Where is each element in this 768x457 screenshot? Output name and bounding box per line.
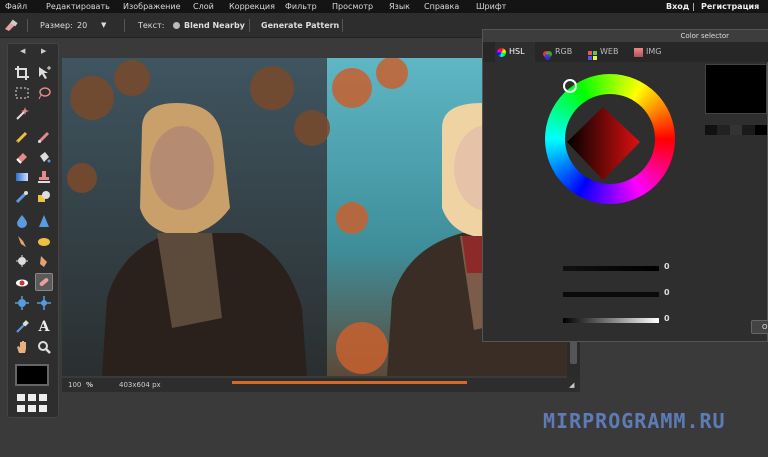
horizontal-scroll-track[interactable] <box>232 381 467 384</box>
lasso-icon[interactable] <box>35 84 53 102</box>
color-replace-icon[interactable] <box>13 188 31 206</box>
saturation-lightness-triangle[interactable] <box>565 102 655 182</box>
magic-wand-icon[interactable] <box>13 104 31 122</box>
login-link[interactable]: Вход <box>666 0 689 13</box>
blend-nearby-option[interactable]: Blend Nearby <box>184 13 245 38</box>
tab-web[interactable]: WEB <box>586 42 626 62</box>
zoom-unit: % <box>86 381 94 389</box>
sponge-icon[interactable] <box>35 232 53 250</box>
gradient-icon[interactable] <box>13 168 31 186</box>
arrow-right-icon[interactable]: ▶ <box>41 47 46 55</box>
shape-icon[interactable] <box>35 188 53 206</box>
menu-font[interactable]: Шрифт <box>476 0 506 13</box>
brush-icon[interactable] <box>35 128 53 146</box>
menu-edit[interactable]: Редактировать <box>46 0 110 13</box>
text-label: Текст: <box>138 21 165 30</box>
menu-help[interactable]: Справка <box>424 0 459 13</box>
menu-image[interactable]: Изображение <box>123 0 181 13</box>
move-icon[interactable] <box>35 64 53 82</box>
burn-icon[interactable] <box>13 252 31 270</box>
menu-view[interactable]: Просмотр <box>332 0 373 13</box>
bucket-icon[interactable] <box>35 148 53 166</box>
grid-icon[interactable] <box>17 394 49 414</box>
menu-separator: | <box>692 2 695 11</box>
ok-button[interactable]: O <box>751 320 768 334</box>
current-color-preview <box>705 64 767 114</box>
tab-hsl-label: HSL <box>509 47 525 56</box>
lightness-slider[interactable] <box>563 318 659 323</box>
tab-img-label: IMG <box>646 47 662 56</box>
spot-heal-icon[interactable] <box>35 273 53 291</box>
marquee-icon[interactable] <box>13 84 31 102</box>
blur-icon[interactable] <box>13 212 31 230</box>
hand-icon[interactable] <box>13 338 31 356</box>
hue-slider-value: 0 <box>664 262 670 271</box>
rgb-icon <box>543 48 552 60</box>
tab-web-label: WEB <box>600 47 619 56</box>
clone-stamp-icon[interactable] <box>35 168 53 186</box>
saturation-slider-value: 0 <box>664 288 670 297</box>
menu-language[interactable]: Язык <box>389 0 410 13</box>
toolbox-header: ◀ ▶ <box>8 47 58 59</box>
dodge-icon[interactable] <box>35 252 53 270</box>
hue-slider[interactable] <box>563 266 659 271</box>
color-selector-titlebar[interactable]: Color selector <box>483 30 768 42</box>
foreground-color-swatch[interactable] <box>15 364 49 386</box>
hue-handle[interactable] <box>563 79 577 93</box>
toolbar-divider <box>27 19 28 32</box>
blend-radio-icon[interactable] <box>173 22 180 29</box>
smudge-icon[interactable] <box>13 232 31 250</box>
pencil-icon[interactable] <box>13 128 31 146</box>
size-value[interactable]: 20 <box>77 13 87 38</box>
tab-rgb[interactable]: RGB <box>541 42 579 62</box>
tab-hsl[interactable]: HSL <box>495 42 535 62</box>
image-dimensions: 403x604 px <box>119 381 161 389</box>
toolbar-divider <box>249 19 250 32</box>
menu-file[interactable]: Файл <box>5 0 27 13</box>
menu-filter[interactable]: Фильтр <box>285 0 317 13</box>
pinch-icon[interactable] <box>35 294 53 312</box>
zoom-icon[interactable] <box>35 338 53 356</box>
current-tool-icon <box>3 18 19 32</box>
arrow-left-icon[interactable]: ◀ <box>20 47 25 55</box>
color-selector-panel: Color selector HSL RGB WEB IMG 0 0 0 O <box>482 29 768 342</box>
toolbar-divider <box>124 19 125 32</box>
menu-adjustment[interactable]: Коррекция <box>229 0 275 13</box>
web-grid-icon <box>588 48 597 60</box>
generate-pattern-button[interactable]: Generate Pattern <box>261 13 339 38</box>
crop-icon[interactable] <box>13 64 31 82</box>
color-mode-tabs: HSL RGB WEB IMG <box>483 42 768 62</box>
color-picker-icon[interactable] <box>13 318 31 336</box>
bloat-icon[interactable] <box>13 294 31 312</box>
resize-grip-icon[interactable]: ◢ <box>569 378 574 392</box>
size-label: Размер: <box>40 21 73 30</box>
sharpen-icon[interactable] <box>35 212 53 230</box>
color-selector-title: Color selector <box>680 32 729 40</box>
hsl-wheel-icon <box>497 48 506 57</box>
tab-rgb-label: RGB <box>555 47 573 56</box>
menu-bar: Файл Редактировать Изображение Слой Корр… <box>0 0 768 13</box>
toolbar-divider <box>342 19 343 32</box>
recent-colors[interactable] <box>705 125 768 135</box>
tab-img[interactable]: IMG <box>632 42 670 62</box>
toolbox-panel: ◀ ▶ A <box>7 43 59 418</box>
menu-layer[interactable]: Слой <box>193 0 214 13</box>
zoom-value[interactable]: 100 <box>68 378 81 392</box>
image-icon <box>634 48 643 57</box>
watermark: MIRPROGRAMM.RU <box>543 409 726 433</box>
register-link[interactable]: Регистрация <box>701 0 759 13</box>
lightness-slider-value: 0 <box>664 314 670 323</box>
size-dropdown-arrow-icon[interactable]: ▼ <box>101 13 106 38</box>
saturation-slider[interactable] <box>563 292 659 297</box>
red-eye-icon[interactable] <box>13 274 31 292</box>
type-icon[interactable]: A <box>35 318 53 336</box>
status-bar: 100 % 403x604 px ◢ <box>62 378 580 392</box>
eraser-icon[interactable] <box>13 148 31 166</box>
